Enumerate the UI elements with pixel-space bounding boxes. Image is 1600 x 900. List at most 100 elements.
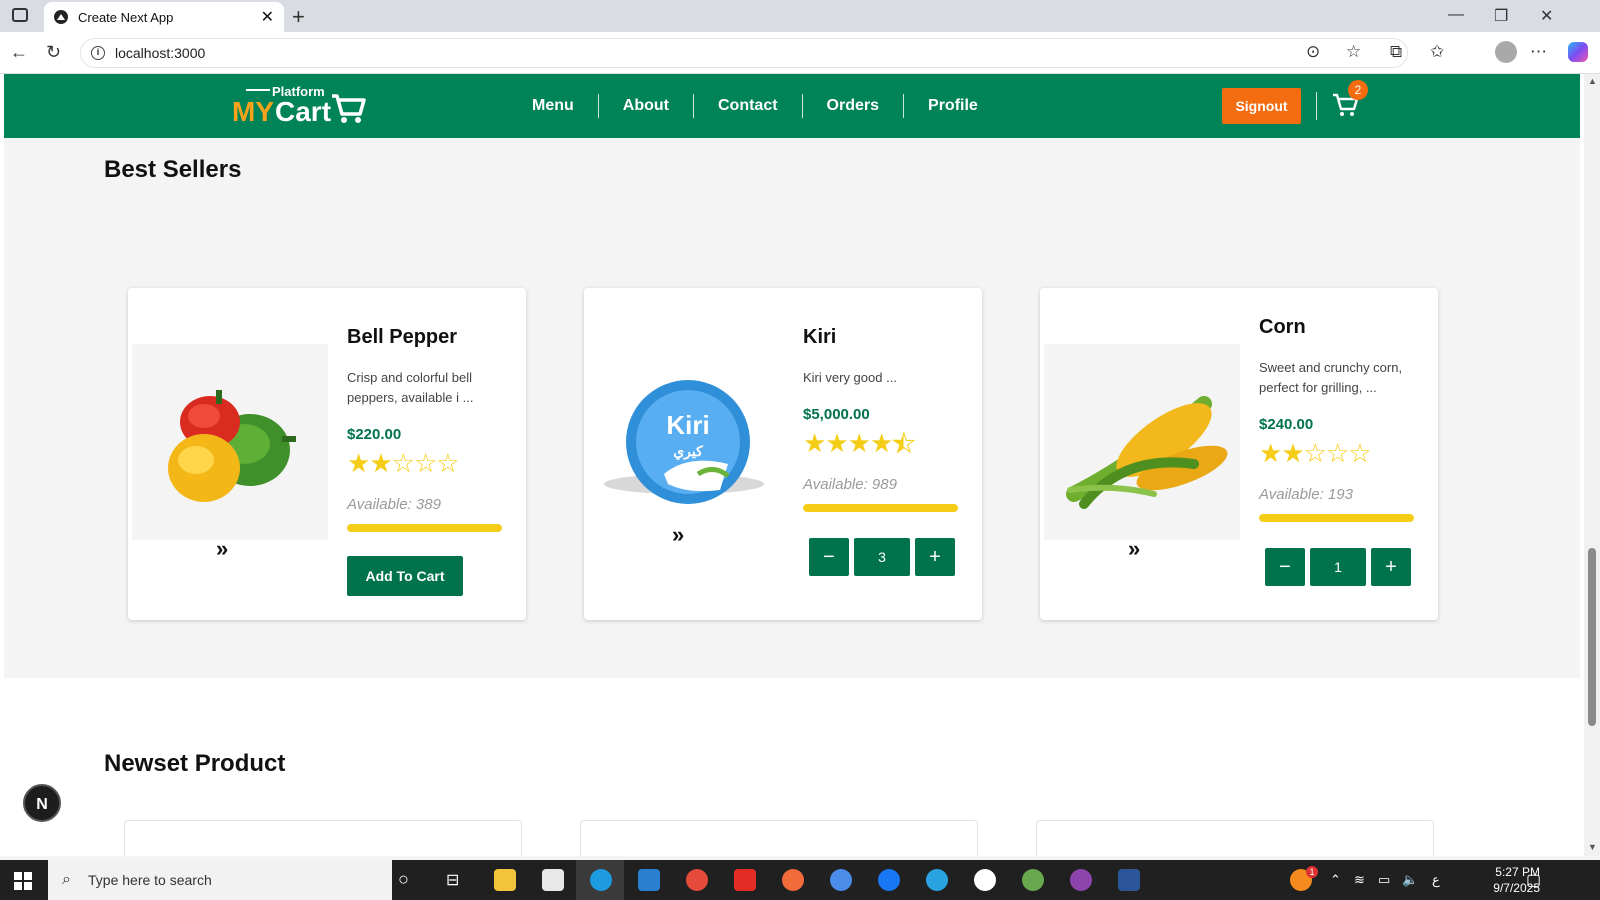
next-image-icon[interactable]: » (672, 522, 684, 548)
product-image-kiri[interactable]: Kiri كيري (588, 344, 784, 540)
product-image-bell-pepper[interactable] (132, 344, 328, 540)
close-window-button[interactable]: ✕ (1540, 6, 1553, 26)
taskbar-search-box[interactable]: ⌕ Type here to search (48, 860, 392, 900)
app-icon[interactable] (1070, 869, 1092, 891)
logo-cart-icon (332, 94, 366, 123)
increase-quantity-button[interactable]: + (1371, 548, 1411, 586)
favorite-star-icon[interactable]: ☆ (1346, 42, 1361, 62)
task-view-icon[interactable]: ⊟ (446, 870, 459, 890)
star-empty-icon: ☆ (1348, 438, 1371, 468)
star-full-icon: ★ (1259, 438, 1282, 468)
decrease-quantity-button[interactable]: − (809, 538, 849, 576)
new-tab-button[interactable]: + (292, 4, 305, 30)
language-indicator[interactable]: ع (1432, 872, 1440, 888)
svg-text:كيري: كيري (673, 443, 703, 460)
extensions-icon[interactable]: ⧉ (1390, 42, 1402, 62)
star-empty-icon: ☆ (413, 448, 437, 478)
star-full-icon: ★ (803, 428, 826, 458)
volume-icon[interactable]: 🔈 (1402, 872, 1418, 888)
product-description: Sweet and crunchy corn, perfect for gril… (1259, 360, 1403, 395)
quantity-value[interactable]: 3 (854, 538, 910, 576)
signout-button[interactable]: Signout (1222, 88, 1301, 124)
chrome-icon[interactable] (686, 869, 708, 891)
next-image-icon[interactable]: » (1128, 536, 1140, 562)
cortana-icon[interactable]: ○ (398, 869, 409, 890)
mycart-logo[interactable]: Platform MY Cart (232, 82, 372, 132)
back-arrow-icon[interactable]: ← (10, 42, 28, 63)
copilot-icon[interactable] (1568, 42, 1588, 62)
nextjs-dev-badge[interactable]: N (23, 784, 61, 822)
stock-bar (347, 524, 502, 532)
product-card (1036, 820, 1434, 856)
edge-browser-icon[interactable] (590, 869, 612, 891)
star-empty-icon: ☆ (1325, 438, 1349, 468)
mongodb-icon[interactable] (974, 869, 996, 891)
best-sellers-title: Best Sellers (104, 156, 242, 183)
product-image-corn[interactable] (1044, 344, 1240, 540)
taskbar-search-placeholder: Type here to search (88, 872, 212, 888)
vscode-icon[interactable] (638, 869, 660, 891)
product-card-corn: » Corn Sweet and crunchy corn, perfect f… (1040, 288, 1438, 620)
telegram-icon[interactable] (926, 869, 948, 891)
scrollbar-thumb[interactable] (1588, 548, 1596, 726)
cart-count-badge: 2 (1348, 80, 1368, 100)
add-to-cart-button[interactable]: Add To Cart (347, 556, 463, 596)
page-scrollbar[interactable]: ▲ ▼ (1584, 74, 1600, 856)
logo-cart-text: Cart (275, 96, 332, 127)
minimize-button[interactable]: — (1448, 6, 1464, 24)
browser-tab[interactable]: Create Next App ✕ (44, 2, 284, 32)
nav-about[interactable]: About (597, 94, 693, 118)
windows-taskbar: ⌕ Type here to search ○ ⊟ 1 ⌃ ≋ ▭ 🔈 ع 5:… (0, 860, 1600, 900)
profile-avatar-icon[interactable] (1495, 41, 1517, 63)
youtube-icon[interactable] (734, 869, 756, 891)
app-icon[interactable] (830, 869, 852, 891)
rating-stars: ★★★★★ (803, 428, 916, 459)
read-aloud-icon[interactable]: ⊙ (1306, 42, 1320, 62)
nav-profile[interactable]: Profile (903, 94, 1002, 118)
battery-icon[interactable]: ▭ (1378, 872, 1390, 888)
app-icon[interactable] (1022, 869, 1044, 891)
more-options-icon[interactable]: ⋯ (1530, 42, 1547, 62)
tab-close-icon[interactable]: ✕ (261, 7, 274, 27)
nav-orders[interactable]: Orders (801, 94, 903, 118)
stock-bar-fill (1259, 514, 1414, 522)
nextjs-favicon-icon (54, 10, 68, 24)
show-hidden-icons-icon[interactable]: ⌃ (1330, 872, 1341, 888)
decrease-quantity-button[interactable]: − (1265, 548, 1305, 586)
product-price: $5,000.00 (803, 406, 870, 423)
svg-text:Kiri: Kiri (666, 410, 709, 440)
logo-my-text: MY (232, 96, 274, 127)
rating-stars: ★★☆☆☆ (347, 448, 460, 479)
word-icon[interactable] (1118, 869, 1140, 891)
facebook-icon[interactable] (878, 869, 900, 891)
scroll-down-arrow-icon[interactable]: ▼ (1588, 842, 1597, 852)
next-image-icon[interactable]: » (216, 536, 228, 562)
increase-quantity-button[interactable]: + (915, 538, 955, 576)
star-empty-icon: ☆ (391, 448, 415, 478)
restore-button[interactable]: ❐ (1494, 6, 1508, 26)
product-card-bell-pepper: » Bell Pepper Crisp and colorful bell pe… (128, 288, 526, 620)
address-bar[interactable]: i localhost:3000 (80, 38, 1408, 68)
favorites-icon[interactable]: ✩ (1430, 42, 1444, 62)
product-price: $220.00 (347, 426, 402, 443)
mail-icon[interactable] (542, 869, 564, 891)
stock-bar-fill (803, 504, 958, 512)
site-info-icon[interactable]: i (91, 46, 105, 60)
sidebar-toggle-icon[interactable] (12, 8, 28, 22)
nav-menu[interactable]: Menu (508, 94, 598, 118)
star-full-icon: ★ (369, 448, 392, 478)
nav-contact[interactable]: Contact (692, 94, 802, 118)
notifications-icon[interactable]: ▢ (1526, 870, 1541, 890)
wifi-icon[interactable]: ≋ (1354, 872, 1365, 888)
quantity-value[interactable]: 1 (1310, 548, 1366, 586)
main-nav: Menu About Contact Orders Profile (508, 74, 1002, 138)
scroll-up-arrow-icon[interactable]: ▲ (1588, 76, 1597, 86)
file-explorer-icon[interactable] (494, 869, 516, 891)
refresh-icon[interactable]: ↻ (46, 42, 61, 63)
postman-icon[interactable] (782, 869, 804, 891)
quantity-stepper: − 3 + (809, 538, 955, 576)
star-full-icon: ★ (869, 428, 893, 458)
product-card-kiri: Kiri كيري » Kiri Kiri very good ... $5,0… (584, 288, 982, 620)
windows-start-icon[interactable] (14, 872, 32, 890)
availability-text: Available: 193 (1259, 486, 1353, 503)
